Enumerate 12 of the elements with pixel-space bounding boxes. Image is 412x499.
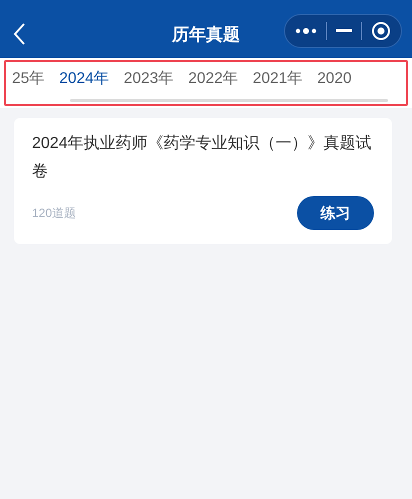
question-count: 120道题	[32, 204, 76, 222]
year-tab[interactable]: 2022年	[188, 68, 239, 95]
more-icon[interactable]	[295, 27, 318, 35]
practice-button[interactable]: 练习	[297, 196, 374, 230]
paper-title: 2024年执业药师《药学专业知识（一）》真题试卷	[32, 134, 373, 182]
year-tab[interactable]: 2023年	[124, 68, 174, 95]
minimize-icon[interactable]	[336, 29, 352, 33]
year-tab[interactable]: 2020	[317, 68, 352, 95]
year-tab[interactable]: 2021年	[252, 68, 304, 95]
year-tab[interactable]: 25年	[12, 68, 46, 95]
page-title: 历年真题	[172, 25, 240, 44]
close-icon[interactable]	[370, 21, 391, 41]
